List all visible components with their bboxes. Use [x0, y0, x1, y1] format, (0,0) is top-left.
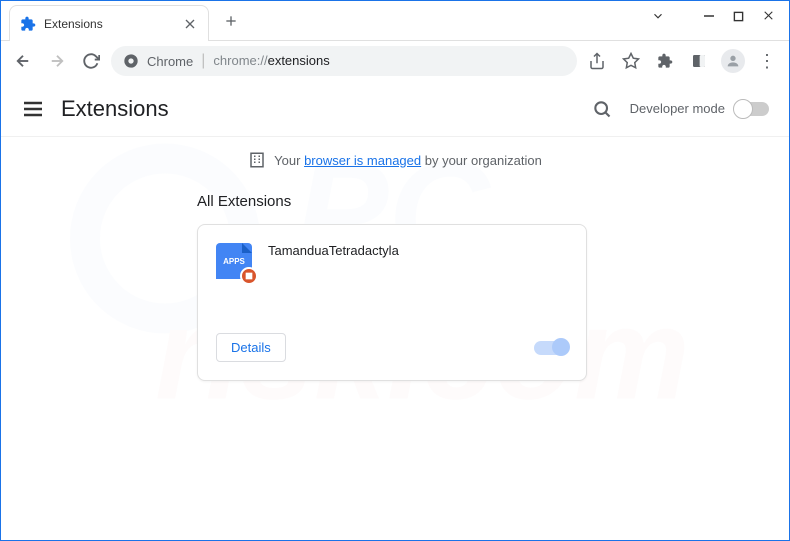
menu-button[interactable]: ⋮ [753, 47, 781, 75]
maximize-button[interactable] [733, 9, 744, 25]
search-icon[interactable] [584, 91, 620, 127]
extension-icon [20, 16, 36, 32]
extension-app-icon: APPS [216, 243, 252, 279]
window-controls [637, 1, 789, 33]
browser-toolbar: Chrome | chrome://extensions ⋮ [1, 41, 789, 81]
close-window-button[interactable] [762, 9, 775, 25]
banner-text: Your browser is managed by your organiza… [274, 153, 542, 168]
developer-mode-toggle[interactable] [735, 102, 769, 116]
sidepanel-icon[interactable] [685, 47, 713, 75]
chrome-icon [123, 53, 139, 69]
reload-button[interactable] [77, 47, 105, 75]
tab-title: Extensions [44, 17, 182, 31]
hamburger-icon[interactable] [21, 97, 45, 121]
extension-card: APPS TamanduaTetradactyla Details [197, 224, 587, 381]
managed-link[interactable]: browser is managed [304, 153, 421, 168]
window-titlebar: Extensions [1, 1, 789, 41]
address-bar[interactable]: Chrome | chrome://extensions [111, 46, 577, 76]
minimize-button[interactable] [703, 9, 715, 25]
extension-toggle[interactable] [534, 341, 568, 355]
share-icon[interactable] [583, 47, 611, 75]
page-title: Extensions [61, 96, 584, 122]
developer-mode-label: Developer mode [630, 101, 725, 116]
content-area: All Extensions APPS TamanduaTetradactyla… [1, 183, 789, 381]
profile-avatar[interactable] [719, 47, 747, 75]
back-button[interactable] [9, 47, 37, 75]
managed-banner: Your browser is managed by your organiza… [1, 137, 789, 183]
section-title: All Extensions [197, 193, 789, 210]
extension-name: TamanduaTetradactyla [268, 243, 399, 258]
page-header: Extensions Developer mode [1, 81, 789, 137]
browser-tab[interactable]: Extensions [9, 5, 209, 41]
close-icon[interactable] [182, 16, 198, 32]
forward-button[interactable] [43, 47, 71, 75]
extensions-icon[interactable] [651, 47, 679, 75]
managed-badge-icon [240, 267, 258, 285]
chevron-down-icon[interactable] [651, 9, 665, 26]
building-icon [248, 151, 266, 169]
address-prefix: Chrome [147, 54, 193, 69]
address-separator: | [201, 52, 205, 70]
address-url: chrome://extensions [213, 52, 329, 70]
bookmark-icon[interactable] [617, 47, 645, 75]
new-tab-button[interactable] [217, 7, 245, 35]
details-button[interactable]: Details [216, 333, 286, 362]
